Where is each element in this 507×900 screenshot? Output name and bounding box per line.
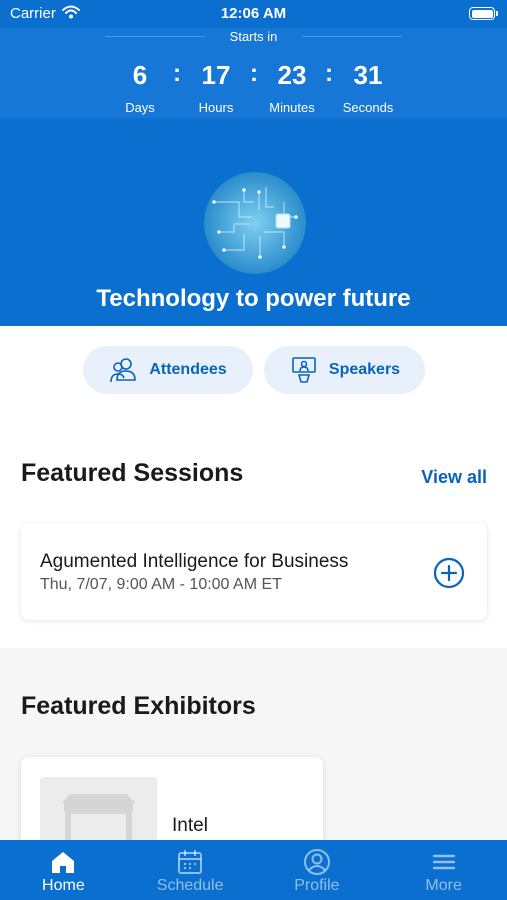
tab-more[interactable]: More bbox=[380, 840, 507, 900]
featured-exhibitors-title: Featured Exhibitors bbox=[21, 692, 256, 720]
status-time: 12:06 AM bbox=[220, 5, 287, 22]
session-card[interactable]: Agumented Intelligence for Business Thu,… bbox=[21, 523, 487, 620]
speakers-icon bbox=[292, 357, 316, 383]
home-icon bbox=[52, 852, 75, 873]
tab-label: Home bbox=[42, 877, 85, 894]
tab-profile[interactable]: Profile bbox=[254, 840, 381, 900]
countdown-label: Seconds bbox=[342, 100, 394, 115]
starts-in-label: Starts in bbox=[229, 29, 278, 44]
countdown-value: 23 bbox=[277, 60, 307, 90]
countdown-value: 31 bbox=[353, 60, 383, 90]
battery-icon bbox=[469, 7, 498, 20]
quick-links-section: Attendees Speakers Featured Sessions Vie… bbox=[0, 326, 507, 648]
speakers-button[interactable]: Speakers bbox=[264, 346, 425, 394]
countdown-label: Hours bbox=[198, 100, 234, 115]
speakers-label: Speakers bbox=[328, 361, 401, 378]
countdown-label: Days bbox=[125, 100, 155, 115]
starts-in-divider: Starts in bbox=[105, 28, 402, 46]
attendees-button[interactable]: Attendees bbox=[83, 346, 253, 394]
exhibitor-name: Intel bbox=[172, 815, 208, 836]
countdown-hours: 17 Hours bbox=[176, 58, 256, 115]
countdown-banner: Starts in 6 Days : 17 Hours : 23 Minutes… bbox=[0, 28, 507, 118]
circuit-board-image bbox=[204, 172, 306, 274]
tab-label: Schedule bbox=[156, 877, 224, 894]
tab-label: Profile bbox=[294, 877, 340, 894]
session-title: Agumented Intelligence for Business bbox=[40, 551, 349, 572]
countdown-minutes: 23 Minutes bbox=[252, 58, 332, 115]
add-to-schedule-icon[interactable] bbox=[433, 557, 465, 589]
profile-icon bbox=[303, 849, 330, 875]
attendees-icon bbox=[110, 358, 137, 383]
calendar-icon bbox=[178, 850, 203, 874]
event-hero: Technology to power future bbox=[0, 118, 507, 326]
countdown-label: Minutes bbox=[269, 100, 315, 115]
attendees-label: Attendees bbox=[149, 361, 227, 378]
session-time: Thu, 7/07, 9:00 AM - 10:00 AM ET bbox=[40, 576, 282, 593]
tab-bar: Home Schedule Profile More bbox=[0, 840, 507, 900]
tab-home[interactable]: Home bbox=[0, 840, 127, 900]
tab-schedule[interactable]: Schedule bbox=[127, 840, 254, 900]
view-all-sessions-link[interactable]: View all bbox=[421, 467, 487, 488]
countdown-seconds: 31 Seconds bbox=[328, 58, 408, 115]
event-title: Technology to power future bbox=[96, 285, 411, 312]
countdown-value: 6 bbox=[132, 60, 148, 90]
featured-sessions-title: Featured Sessions bbox=[21, 459, 244, 487]
status-bar: Carrier 12:06 AM bbox=[0, 0, 507, 28]
countdown-value: 17 bbox=[201, 60, 231, 90]
tab-label: More bbox=[425, 877, 462, 894]
countdown-days: 6 Days bbox=[100, 58, 180, 115]
menu-icon bbox=[432, 854, 455, 870]
